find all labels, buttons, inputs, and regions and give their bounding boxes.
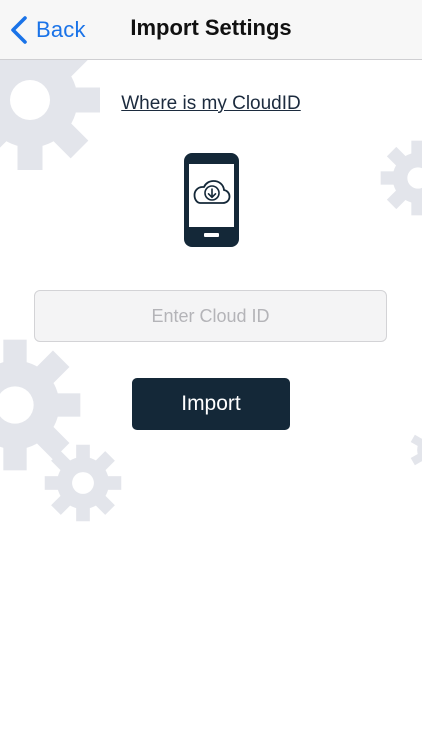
where-is-cloudid-link[interactable]: Where is my CloudID <box>0 93 422 115</box>
cloud-id-input[interactable] <box>34 290 387 342</box>
gear-icon <box>44 444 122 522</box>
navigation-bar: Back Import Settings <box>0 0 422 60</box>
gear-icon <box>410 434 422 466</box>
gear-icon <box>380 140 422 216</box>
phone-cloud-download-icon <box>184 153 239 247</box>
page-title: Import Settings <box>130 15 292 40</box>
import-settings-screen: Back Import Settings Where is my CloudID… <box>0 0 422 750</box>
import-button[interactable]: Import <box>132 378 290 430</box>
